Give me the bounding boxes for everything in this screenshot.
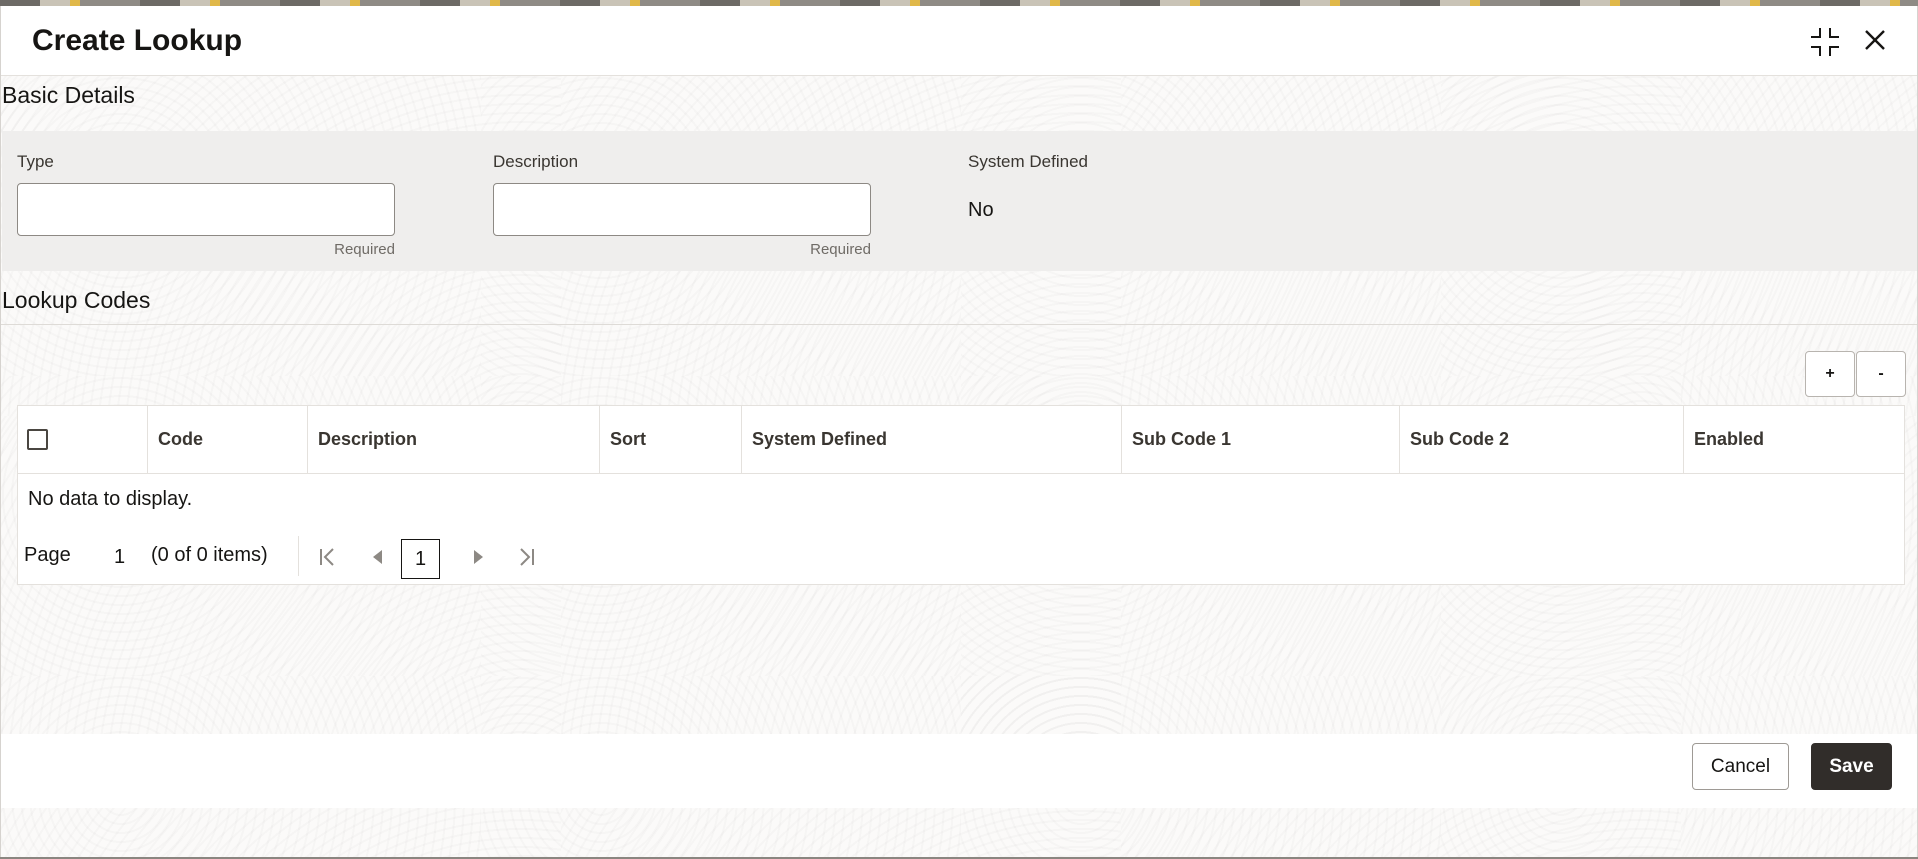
basic-details-heading: Basic Details — [2, 82, 135, 108]
dialog-title: Create Lookup — [32, 24, 243, 57]
column-header-system-defined[interactable]: System Defined — [742, 406, 1122, 473]
basic-details-panel: Type Required Description Required Syste… — [2, 131, 1917, 271]
next-page-icon — [474, 550, 483, 564]
current-page-button[interactable]: 1 — [401, 539, 440, 579]
footer-band — [1, 734, 1917, 808]
page-label: Page — [24, 544, 71, 566]
compress-icon — [1811, 28, 1839, 56]
dialog-header: Create Lookup — [1, 6, 1917, 76]
description-input[interactable] — [493, 183, 871, 236]
previous-page-button[interactable] — [362, 542, 392, 572]
description-label: Description — [493, 152, 579, 171]
divider — [1, 324, 1917, 325]
first-page-button[interactable] — [313, 542, 343, 572]
lookup-codes-table: Code Description Sort System Defined Sub… — [17, 405, 1905, 585]
system-defined-value: No — [968, 199, 994, 221]
column-header-description[interactable]: Description — [308, 406, 600, 473]
type-input[interactable] — [17, 183, 395, 236]
system-defined-label: System Defined — [968, 152, 1088, 171]
pagination: Page 1 (0 of 0 items) 1 — [18, 528, 1904, 584]
first-page-icon — [320, 548, 334, 566]
item-count: (0 of 0 items) — [151, 544, 268, 566]
minimize-button[interactable] — [1807, 24, 1843, 60]
page-number: 1 — [114, 546, 126, 568]
type-label: Type — [17, 152, 54, 171]
add-row-button[interactable]: + — [1805, 351, 1855, 397]
table-header: Code Description Sort System Defined Sub… — [18, 406, 1904, 474]
pager-divider — [298, 536, 299, 576]
last-page-icon — [520, 548, 534, 566]
select-all-cell — [18, 406, 148, 473]
close-icon — [1865, 30, 1885, 50]
column-header-sub-code-2[interactable]: Sub Code 2 — [1400, 406, 1684, 473]
lookup-codes-heading: Lookup Codes — [2, 287, 151, 313]
type-required-hint: Required — [334, 241, 395, 258]
column-header-sort[interactable]: Sort — [600, 406, 742, 473]
description-required-hint: Required — [810, 241, 871, 258]
save-button[interactable]: Save — [1811, 743, 1892, 790]
column-header-sub-code-1[interactable]: Sub Code 1 — [1122, 406, 1400, 473]
column-header-code[interactable]: Code — [148, 406, 308, 473]
remove-row-button[interactable]: - — [1856, 351, 1906, 397]
column-header-enabled[interactable]: Enabled — [1684, 406, 1904, 473]
cancel-button[interactable]: Cancel — [1692, 743, 1789, 790]
empty-message: No data to display. — [28, 488, 193, 510]
close-button[interactable] — [1857, 22, 1893, 58]
last-page-button[interactable] — [511, 542, 541, 572]
previous-page-icon — [373, 550, 382, 564]
next-page-button[interactable] — [464, 542, 494, 572]
create-lookup-dialog: Create Lookup Basic Details Type Require… — [0, 6, 1918, 857]
select-all-checkbox[interactable] — [27, 429, 48, 450]
